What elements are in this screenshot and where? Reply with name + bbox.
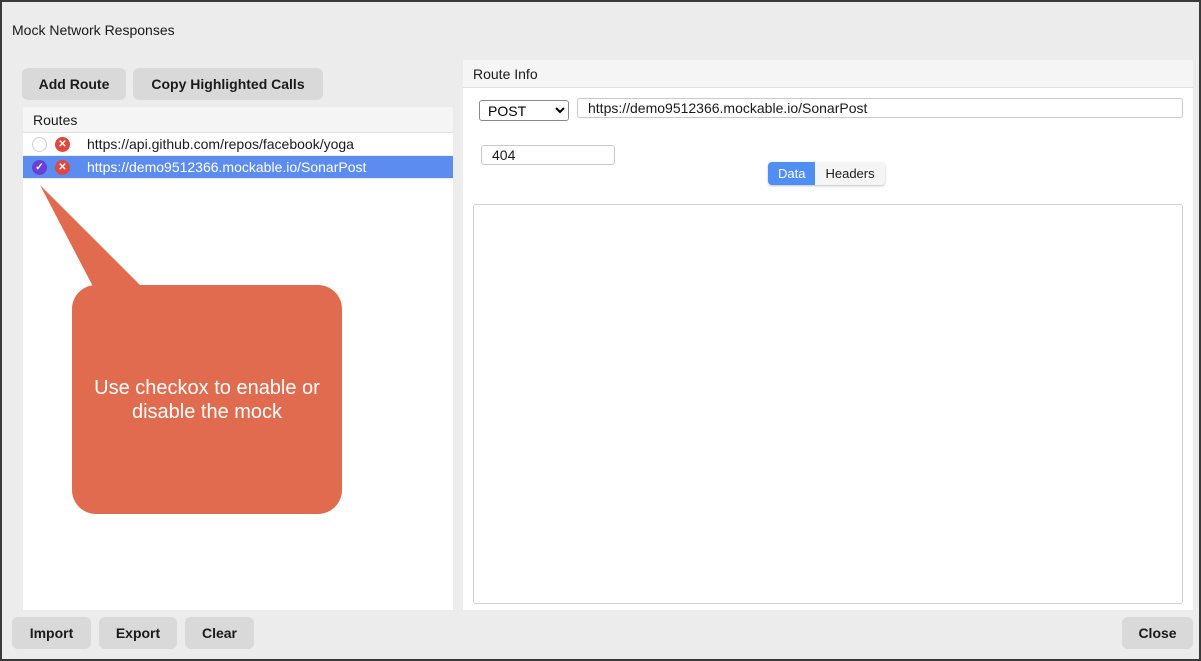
annotation-callout: Use checkox to enable or disable the moc…	[72, 285, 342, 514]
